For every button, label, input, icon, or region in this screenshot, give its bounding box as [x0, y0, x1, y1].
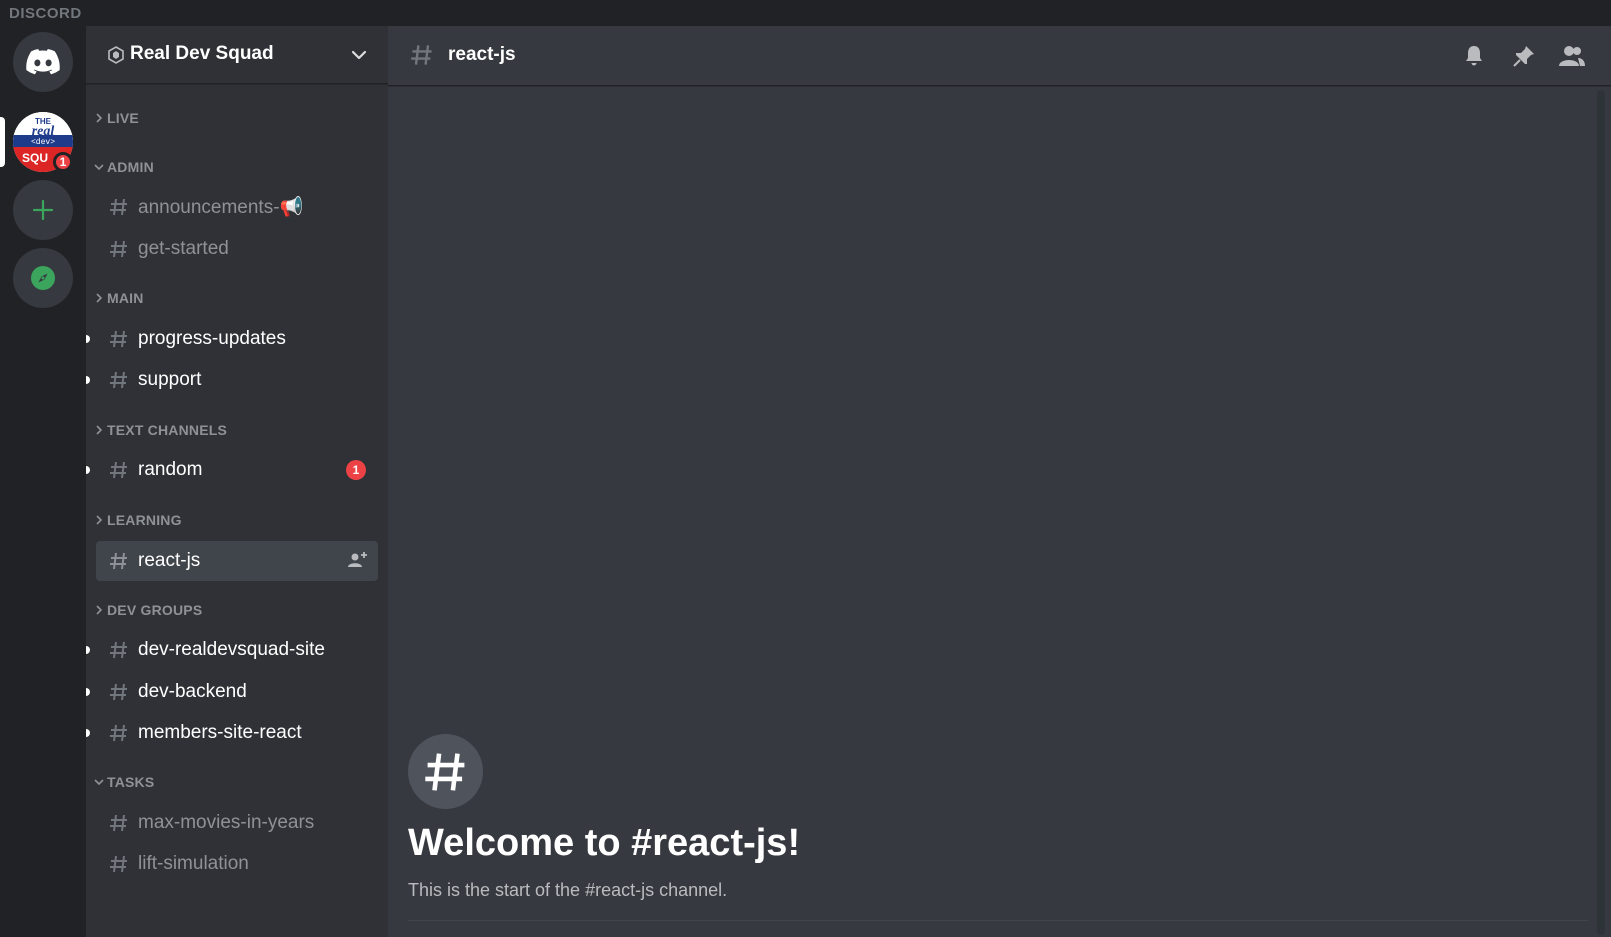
hash-icon [106, 370, 132, 390]
category-learning[interactable]: LEARNING [93, 512, 182, 528]
channel-label: announcements-📢 [138, 197, 304, 218]
server-real-dev-squad[interactable]: THE real <dev> SQU 1 [13, 112, 73, 172]
bell-icon[interactable] [1460, 42, 1488, 70]
unread-indicator [86, 466, 90, 474]
hash-icon [106, 329, 132, 349]
category-label: LIVE [107, 110, 139, 126]
divider [408, 920, 1588, 921]
hash-icon [106, 813, 132, 833]
unread-indicator [86, 688, 90, 696]
welcome-hash-icon [408, 734, 483, 809]
category-text-channels[interactable]: TEXT CHANNELS [93, 422, 227, 438]
channel-label: get-started [138, 238, 229, 259]
channel-label: progress-updates [138, 328, 286, 349]
channel-label: react-js [138, 550, 201, 571]
channel-announcements[interactable]: announcements-📢 [96, 187, 378, 227]
hash-icon [106, 640, 132, 660]
channel-label: max-movies-in-years [138, 812, 315, 833]
plus-icon [32, 199, 54, 221]
chevron-right-icon [93, 425, 105, 435]
discord-logo-icon [26, 49, 60, 75]
server-shield-icon [108, 46, 124, 64]
category-live[interactable]: LIVE [93, 110, 139, 126]
home-button[interactable] [13, 32, 73, 92]
unread-indicator [86, 729, 90, 737]
channel-label: dev-realdevsquad-site [138, 639, 325, 660]
explore-servers-button[interactable] [13, 248, 73, 308]
compass-icon [31, 266, 55, 290]
server-name: Real Dev Squad [130, 43, 274, 64]
category-dev-groups[interactable]: DEV GROUPS [93, 602, 202, 618]
hash-icon [106, 197, 132, 217]
app-brand: DISCORD [9, 5, 82, 22]
chevron-right-icon [93, 515, 105, 525]
channel-random[interactable]: random 1 [86, 450, 378, 490]
server-header[interactable]: Real Dev Squad [86, 26, 388, 84]
svg-text:real: real [32, 124, 55, 139]
channel-label: support [138, 369, 202, 390]
welcome-subtitle: This is the start of the #react-js chann… [408, 880, 728, 900]
unread-indicator [86, 646, 90, 654]
channel-sidebar: Real Dev Squad LIVE ADMIN announcements-… [86, 26, 388, 937]
channel-header: react-js [388, 26, 1611, 86]
channel-react-js[interactable]: react-js [96, 541, 378, 581]
members-icon[interactable] [1558, 42, 1586, 70]
chevron-down-icon[interactable] [350, 46, 368, 64]
category-label: ADMIN [107, 159, 154, 175]
hash-icon [106, 682, 132, 702]
category-label: LEARNING [107, 512, 182, 528]
svg-text:SQU: SQU [22, 151, 48, 165]
channel-title: react-js [448, 44, 516, 65]
svg-text:<dev>: <dev> [31, 138, 55, 147]
mention-badge: 1 [346, 460, 366, 480]
add-member-icon[interactable] [348, 551, 368, 574]
chevron-right-icon [93, 113, 105, 123]
unread-indicator [86, 376, 90, 384]
hash-icon [106, 460, 132, 480]
unread-indicator [86, 335, 90, 343]
channel-dev-realdevsquad-site[interactable]: dev-realdevsquad-site [86, 630, 378, 670]
chat-area: react-js Welcome to #react-js! This is t… [388, 26, 1611, 937]
server-mention-badge: 1 [53, 152, 73, 172]
title-bar: DISCORD [0, 0, 1611, 26]
category-main[interactable]: MAIN [93, 290, 144, 306]
hash-icon [106, 239, 132, 259]
server-list: THE real <dev> SQU 1 [0, 26, 86, 937]
channel-support[interactable]: support [86, 360, 378, 400]
pin-icon[interactable] [1510, 42, 1538, 70]
channel-get-started[interactable]: get-started [96, 229, 378, 269]
category-tasks[interactable]: TASKS [93, 774, 154, 790]
hash-icon [106, 723, 132, 743]
channel-members-site-react[interactable]: members-site-react [86, 713, 378, 753]
chevron-right-icon [93, 293, 105, 303]
welcome-title: Welcome to #react-js! [408, 822, 801, 864]
category-admin[interactable]: ADMIN [93, 159, 154, 175]
category-label: TASKS [107, 774, 155, 790]
category-label: DEV GROUPS [107, 602, 203, 618]
channel-max-movies-in-years[interactable]: max-movies-in-years [96, 803, 378, 843]
category-label: TEXT CHANNELS [107, 422, 228, 438]
scrollbar[interactable] [1597, 90, 1605, 935]
category-label: MAIN [107, 290, 144, 306]
chevron-down-icon [93, 778, 105, 786]
channel-lift-simulation[interactable]: lift-simulation [96, 844, 378, 884]
channel-progress-updates[interactable]: progress-updates [86, 319, 378, 359]
channel-label: dev-backend [138, 681, 247, 702]
channel-label: lift-simulation [138, 853, 249, 874]
add-server-button[interactable] [13, 180, 73, 240]
hash-icon [106, 854, 132, 874]
hash-icon [411, 45, 432, 65]
channel-label: members-site-react [138, 722, 302, 743]
chevron-down-icon [93, 163, 105, 171]
selected-server-indicator [0, 117, 5, 167]
hash-icon [106, 551, 132, 571]
channel-label: random [138, 459, 203, 480]
chevron-right-icon [93, 605, 105, 615]
channel-dev-backend[interactable]: dev-backend [86, 672, 378, 712]
